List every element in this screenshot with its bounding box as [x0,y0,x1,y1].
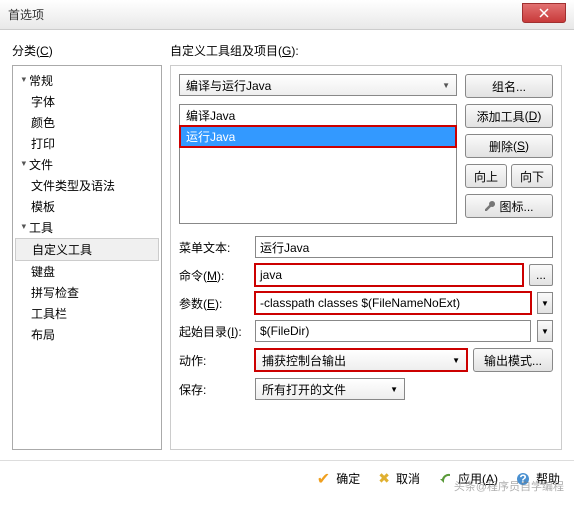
list-item[interactable]: 运行Java [180,126,456,147]
move-up-button[interactable]: 向上 [465,164,507,188]
delete-button[interactable]: 删除(S) [465,134,553,158]
group-combo[interactable]: 编译与运行Java ▼ [179,74,457,96]
group-name-button[interactable]: 组名... [465,74,553,98]
tree-item[interactable]: 键盘 [13,261,161,282]
startdir-input[interactable]: $(FileDir) [255,320,531,342]
icon-button[interactable]: 图标... [465,194,553,218]
menu-text-input[interactable]: 运行Java [255,236,553,258]
group-box: 编译与运行Java ▼ 组名... 编译Java运行Java 添加工具(D) 删… [170,65,562,450]
chevron-down-icon: ▼ [452,356,460,365]
menu-text-label: 菜单文本: [179,239,249,256]
wrench-icon [484,200,496,212]
tree-item[interactable]: 常规 [13,70,161,91]
apply-icon [438,472,452,486]
tools-group-label: 自定义工具组及项目(G): [170,42,562,59]
content: 分类(C) 常规字体颜色打印文件文件类型及语法模板工具自定义工具键盘拼写检查工具… [0,30,574,460]
right-panel: 自定义工具组及项目(G): 编译与运行Java ▼ 组名... 编译Java运行… [170,42,562,448]
action-label: 动作: [179,352,249,369]
tree-item[interactable]: 文件类型及语法 [13,175,161,196]
close-button[interactable] [522,3,566,23]
tree-item[interactable]: 自定义工具 [15,238,159,261]
add-tool-button[interactable]: 添加工具(D) [465,104,553,128]
group-combo-text: 编译与运行Java [186,77,271,94]
tree-item[interactable]: 颜色 [13,112,161,133]
tools-list[interactable]: 编译Java运行Java [179,104,457,224]
tree-item[interactable]: 打印 [13,133,161,154]
tree-item[interactable]: 工具 [13,217,161,238]
button-column: 添加工具(D) 删除(S) 向上 向下 图标... [465,104,553,224]
titlebar: 首选项 [0,0,574,30]
window-title: 首选项 [8,6,44,23]
command-input[interactable]: java [255,264,523,286]
list-item[interactable]: 编译Java [180,105,456,126]
tree-item[interactable]: 布局 [13,324,161,345]
output-mode-button[interactable]: 输出模式... [473,348,553,372]
ok-button[interactable]: ✔确定 [317,469,360,489]
save-label: 保存: [179,381,249,398]
left-panel: 分类(C) 常规字体颜色打印文件文件类型及语法模板工具自定义工具键盘拼写检查工具… [12,42,162,448]
command-browse-button[interactable]: ... [529,264,553,286]
tree-item[interactable]: 工具栏 [13,303,161,324]
category-label: 分类(C) [12,42,162,59]
tree-item[interactable]: 模板 [13,196,161,217]
tree-item[interactable]: 字体 [13,91,161,112]
args-input[interactable]: -classpath classes $(FileNameNoExt) [255,292,531,314]
watermark: 头条@程序员自学编程 [454,478,564,494]
footer: ✔确定 ✖取消 应用(A) ? 帮助 头条@程序员自学编程 [0,460,574,496]
cross-icon: ✖ [378,470,390,487]
move-down-button[interactable]: 向下 [511,164,553,188]
args-label: 参数(E): [179,295,249,312]
tree-item[interactable]: 拼写检查 [13,282,161,303]
startdir-label: 起始目录(I): [179,323,249,340]
form: 菜单文本: 运行Java 命令(M): java ... 参数(E): -cla… [179,236,553,400]
startdir-dropdown-button[interactable]: ▼ [537,320,553,342]
chevron-down-icon: ▼ [442,81,450,90]
args-dropdown-button[interactable]: ▼ [537,292,553,314]
tree-item[interactable]: 文件 [13,154,161,175]
check-icon: ✔ [317,469,330,489]
save-combo[interactable]: 所有打开的文件▼ [255,378,405,400]
cancel-button[interactable]: ✖取消 [378,470,420,487]
action-combo[interactable]: 捕获控制台输出▼ [255,349,467,371]
category-tree[interactable]: 常规字体颜色打印文件文件类型及语法模板工具自定义工具键盘拼写检查工具栏布局 [12,65,162,450]
chevron-down-icon: ▼ [390,385,398,394]
command-label: 命令(M): [179,267,249,284]
close-icon [539,8,549,18]
